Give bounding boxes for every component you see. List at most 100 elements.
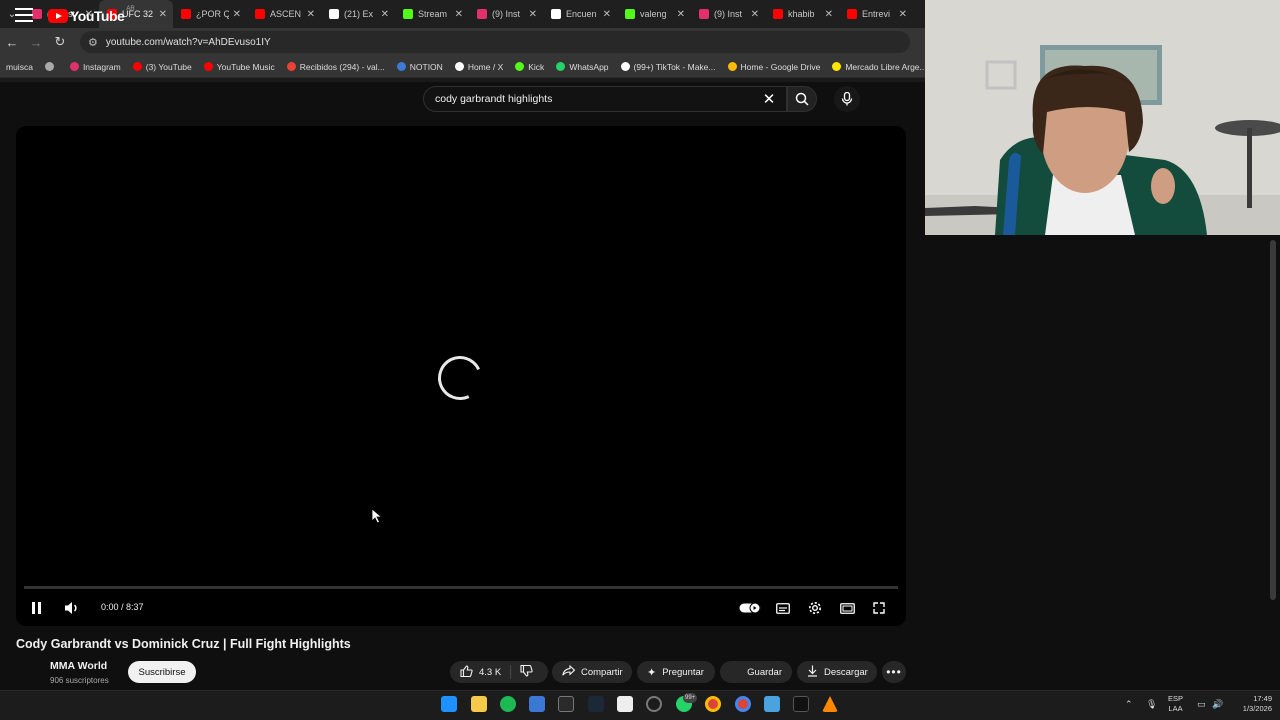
- bookmark-favicon-icon: [132, 62, 142, 71]
- browser-tab[interactable]: Entrevi ✕: [839, 0, 913, 28]
- browser-tab[interactable]: Encuen ✕: [543, 0, 617, 28]
- like-icon[interactable]: [460, 664, 473, 680]
- tab-close-icon[interactable]: ✕: [307, 9, 315, 20]
- clear-search-icon[interactable]: ✕: [760, 90, 778, 108]
- windows-start-icon[interactable]: [441, 696, 457, 712]
- address-bar[interactable]: ⚙ youtube.com/watch?v=AhDEvuso1IY: [80, 31, 910, 53]
- fullscreen-button[interactable]: [870, 598, 888, 618]
- download-button[interactable]: Descargar: [797, 661, 877, 683]
- tab-close-icon[interactable]: ✕: [455, 9, 463, 20]
- like-count[interactable]: 4.3 K: [479, 667, 501, 678]
- bookmark-item[interactable]: Home - Google Drive: [722, 62, 827, 72]
- language-indicator[interactable]: ESP LAA: [1168, 694, 1183, 714]
- tab-close-icon[interactable]: ✕: [677, 9, 685, 20]
- network-icon[interactable]: ▭: [1197, 699, 1206, 709]
- tab-close-icon[interactable]: ✕: [899, 9, 907, 20]
- dislike-icon[interactable]: [520, 664, 533, 680]
- tab-favicon-icon: [329, 9, 339, 19]
- back-arrow-icon[interactable]: ←: [0, 30, 24, 54]
- chrome-icon[interactable]: [705, 696, 721, 712]
- bookmark-item[interactable]: (99+) TikTok - Make...: [615, 62, 722, 72]
- search-button[interactable]: [787, 86, 817, 112]
- clock[interactable]: 17:49 1/3/2026: [1232, 694, 1272, 714]
- progress-bar[interactable]: [24, 586, 898, 589]
- channel-avatar[interactable]: [16, 660, 42, 686]
- obs-icon[interactable]: [646, 696, 662, 712]
- tab-close-icon[interactable]: ✕: [159, 9, 167, 20]
- capcut-icon[interactable]: [617, 696, 633, 712]
- bookmark-item[interactable]: WhatsApp: [550, 62, 614, 72]
- browser-tab[interactable]: khabib ✕: [765, 0, 839, 28]
- tab-close-icon[interactable]: ✕: [603, 9, 611, 20]
- settings-button[interactable]: [806, 598, 824, 618]
- tab-close-icon[interactable]: ✕: [529, 9, 537, 20]
- tab-close-icon[interactable]: ✕: [233, 9, 241, 20]
- tab-favicon-icon: [477, 9, 487, 19]
- bookmark-label: Home - Google Drive: [740, 61, 821, 72]
- youtube-logo[interactable]: YouTube AR: [48, 6, 135, 24]
- file-explorer-icon[interactable]: [471, 696, 487, 712]
- tab-list: (9) Inst✕UFC 32✕¿POR Q✕ASCEN✕(21) Ex✕Str…: [24, 0, 913, 28]
- tab-favicon-icon: [625, 9, 635, 19]
- bookmark-favicon-icon: [515, 62, 525, 71]
- voice-search-button[interactable]: [834, 86, 860, 112]
- menu-icon[interactable]: [15, 8, 33, 22]
- bookmark-item[interactable]: NOTION: [391, 62, 449, 72]
- channel-name[interactable]: MMA World: [50, 660, 107, 672]
- bookmark-item[interactable]: YouTube Music: [198, 62, 281, 72]
- browser-tab[interactable]: Stream ✕: [395, 0, 469, 28]
- share-button[interactable]: Compartir: [552, 661, 632, 683]
- notepad-icon[interactable]: [764, 696, 780, 712]
- browser-tab[interactable]: valeng ✕: [617, 0, 691, 28]
- tab-title: ¿POR Q: [196, 9, 229, 19]
- theater-mode-button[interactable]: [838, 598, 856, 618]
- browser-tab[interactable]: (21) Ex ✕: [321, 0, 395, 28]
- bookmark-item[interactable]: Recibidos (294) - val...: [281, 62, 391, 72]
- steam-icon[interactable]: [588, 696, 604, 712]
- more-actions-button[interactable]: •••: [882, 661, 906, 683]
- browser-tab[interactable]: ASCEN ✕: [247, 0, 321, 28]
- spotify-icon[interactable]: [500, 696, 516, 712]
- tab-favicon-icon: [551, 9, 561, 19]
- tiktok-icon[interactable]: [793, 696, 809, 712]
- subscribe-button[interactable]: Suscribirse: [128, 661, 196, 683]
- bookmark-item[interactable]: muisca: [0, 62, 39, 72]
- reload-icon[interactable]: ↻: [48, 30, 72, 54]
- tab-close-icon[interactable]: ✕: [751, 9, 759, 20]
- epic-games-icon[interactable]: [558, 696, 574, 712]
- tab-close-icon[interactable]: ✕: [825, 9, 833, 20]
- like-dislike-group: 4.3 K: [450, 661, 548, 683]
- site-info-icon[interactable]: ⚙: [88, 36, 98, 49]
- store-icon[interactable]: [529, 696, 545, 712]
- tray-chevron-icon[interactable]: ⌃: [1125, 699, 1133, 709]
- subtitles-button[interactable]: [774, 598, 792, 618]
- video-player[interactable]: 0:00 / 8:37: [16, 126, 906, 626]
- search-input[interactable]: cody garbrandt highlights: [423, 86, 787, 112]
- browser-tab[interactable]: (9) Inst ✕: [469, 0, 543, 28]
- forward-arrow-icon[interactable]: →: [24, 30, 48, 54]
- bookmark-label: WhatsApp: [569, 61, 609, 72]
- gear-icon: [809, 602, 821, 614]
- bookmark-item[interactable]: Home / X: [449, 62, 509, 72]
- browser-tab[interactable]: (9) Inst ✕: [691, 0, 765, 28]
- bookmark-item[interactable]: [39, 62, 64, 71]
- bookmark-item[interactable]: Mercado Libre Arge...: [826, 62, 932, 72]
- bookmark-item[interactable]: Instagram: [64, 62, 127, 72]
- save-button[interactable]: Guardar: [720, 661, 792, 683]
- page-scrollbar[interactable]: [1270, 240, 1276, 600]
- browser-tab[interactable]: ¿POR Q ✕: [173, 0, 247, 28]
- language-code: ESP: [1168, 694, 1184, 703]
- speaker-icon[interactable]: 🔊: [1212, 699, 1223, 709]
- tab-close-icon[interactable]: ✕: [381, 9, 389, 20]
- bookmark-item[interactable]: Kick: [509, 62, 550, 72]
- bookmark-item[interactable]: (3) YouTube: [127, 62, 198, 72]
- microphone-tray-icon[interactable]: 🎙: [1146, 699, 1157, 709]
- bookmark-label: NOTION: [409, 61, 443, 72]
- autoplay-toggle[interactable]: [738, 598, 762, 618]
- pause-button[interactable]: [28, 598, 46, 618]
- chrome-active-icon[interactable]: [735, 696, 751, 712]
- ask-button[interactable]: ✦ Preguntar: [637, 661, 715, 683]
- time-display: 0:00 / 8:37: [101, 602, 144, 612]
- volume-button[interactable]: [62, 598, 82, 618]
- screen: ⌄ (9) Inst✕UFC 32✕¿POR Q✕ASCEN✕(21) Ex✕S…: [0, 0, 1280, 720]
